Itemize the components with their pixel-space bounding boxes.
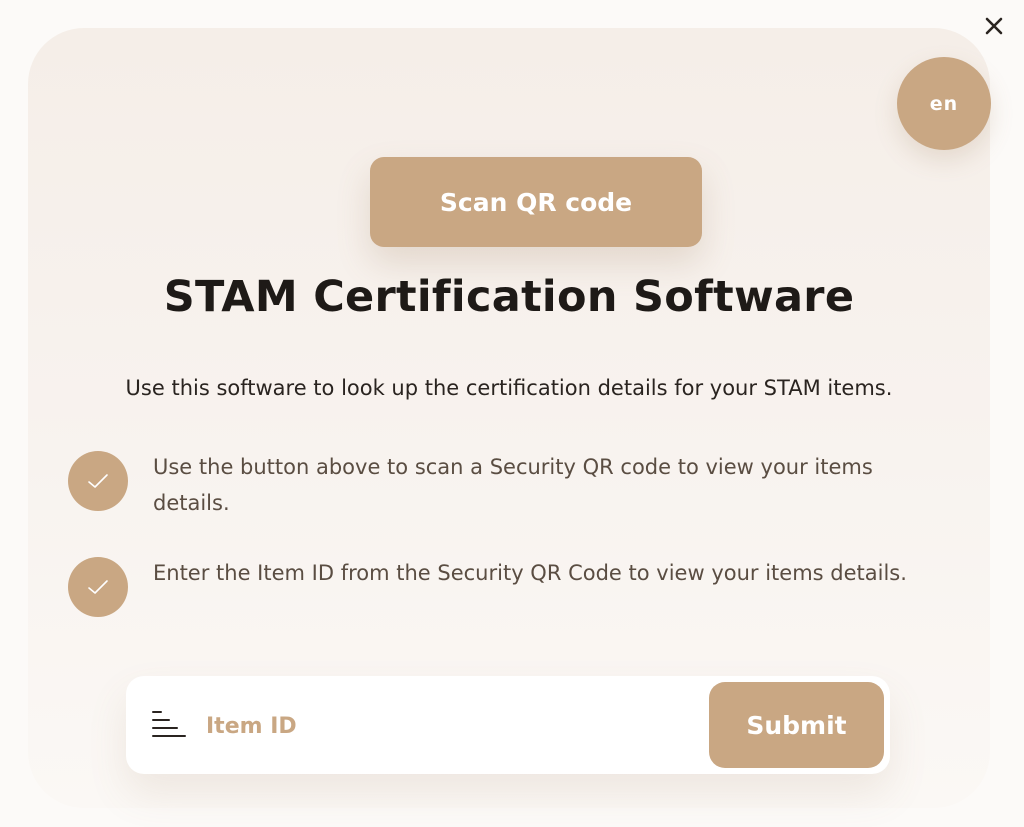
step-text: Enter the Item ID from the Security QR C… — [153, 561, 907, 585]
close-icon — [985, 17, 1003, 35]
language-button[interactable]: en — [897, 57, 991, 150]
check-icon — [68, 451, 128, 511]
step-item: Enter the Item ID from the Security QR C… — [68, 555, 948, 617]
submit-button[interactable]: Submit — [709, 682, 884, 768]
page: en Scan QR code STAM Certification Softw… — [0, 0, 1024, 827]
intro-text: Use this software to look up the certifi… — [125, 376, 893, 400]
close-button[interactable] — [980, 12, 1008, 40]
scan-qr-button[interactable]: Scan QR code — [370, 157, 702, 247]
item-id-input[interactable] — [204, 702, 688, 750]
page-title: STAM Certification Software — [163, 272, 855, 322]
step-item: Use the button above to scan a Security … — [68, 449, 948, 521]
step-text: Use the button above to scan a Security … — [153, 455, 873, 515]
item-id-form: Submit — [126, 676, 890, 774]
check-icon — [68, 557, 128, 617]
list-icon — [152, 711, 186, 737]
